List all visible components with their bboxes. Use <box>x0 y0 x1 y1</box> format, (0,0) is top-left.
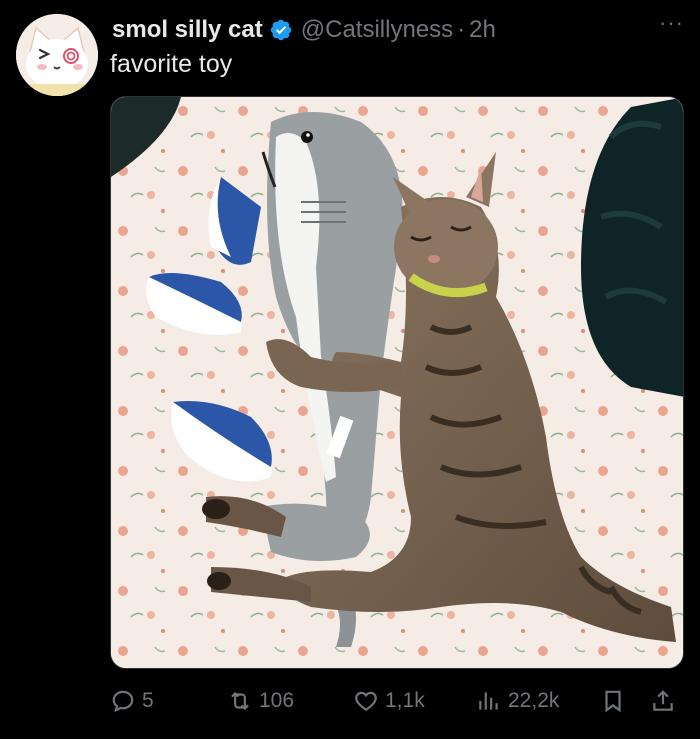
retweet-count: 106 <box>259 689 295 712</box>
reply-count: 5 <box>142 689 154 712</box>
share-button[interactable] <box>650 684 682 718</box>
verified-badge-icon[interactable] <box>269 18 293 42</box>
bookmark-button[interactable] <box>600 684 632 718</box>
user-handle[interactable]: @Catsillyness <box>301 16 453 44</box>
like-button[interactable]: 1,1k <box>353 684 425 718</box>
timestamp[interactable]: 2h <box>469 16 496 44</box>
tweet-photo[interactable] <box>110 96 684 669</box>
tweet-actions-bar: 5 106 1,1k 22,2k <box>110 684 684 718</box>
share-icon <box>653 690 673 711</box>
views-button[interactable]: 22,2k <box>476 684 559 718</box>
retweet-icon <box>231 691 249 711</box>
reply-icon <box>112 690 134 713</box>
retweet-button[interactable]: 106 <box>227 684 294 718</box>
heart-icon <box>355 691 377 711</box>
display-name[interactable]: smol silly cat <box>112 16 263 44</box>
tweet-text: favorite toy <box>110 50 233 78</box>
view-count: 22,2k <box>508 689 560 712</box>
like-count: 1,1k <box>385 689 425 712</box>
more-options-icon[interactable]: ··· <box>659 10 684 36</box>
avatar[interactable] <box>16 14 98 96</box>
kitten-with-shark-toy-image <box>111 97 683 668</box>
tweet-header: smol silly cat @Catsillyness · 2h ··· <box>112 10 684 46</box>
reply-button[interactable]: 5 <box>110 684 154 718</box>
separator-dot: · <box>457 16 466 43</box>
views-icon <box>479 692 498 710</box>
cat-avatar-icon <box>16 14 98 96</box>
bookmark-icon <box>605 690 621 713</box>
